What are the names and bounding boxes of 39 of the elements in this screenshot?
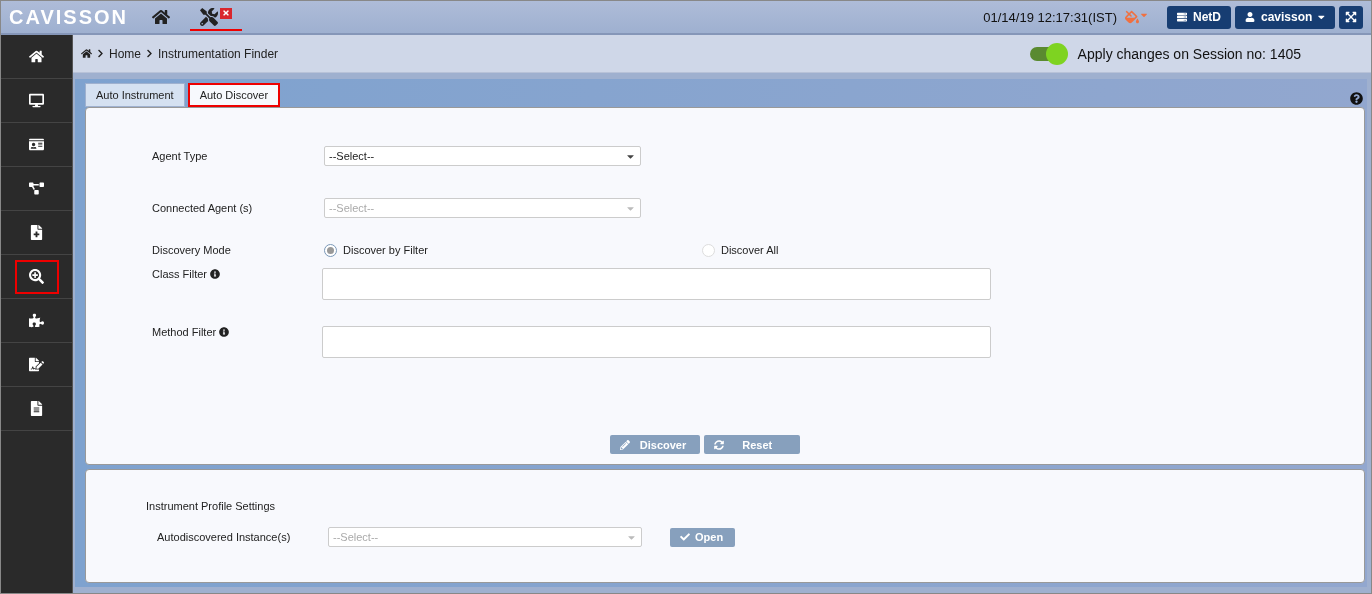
tab[interactable]: Auto Discover bbox=[187, 83, 281, 107]
section-title: Instrument Profile Settings bbox=[145, 500, 276, 512]
toggle-label: Apply changes on Session no: 1405 bbox=[1077, 45, 1301, 62]
field-label: Discovery Mode bbox=[151, 244, 232, 256]
field-label: Connected Agent (s) bbox=[151, 202, 254, 214]
check-icon bbox=[680, 532, 690, 542]
radio-button[interactable] bbox=[324, 243, 337, 257]
logo: CAVISSON bbox=[9, 5, 128, 29]
close-icon[interactable] bbox=[220, 7, 232, 19]
field-label: Autodiscovered Instance(s) bbox=[157, 531, 291, 543]
field-label: Agent Type bbox=[151, 150, 209, 162]
datetime: 01/14/19 12:17:31(IST) bbox=[983, 9, 1117, 25]
input-field[interactable] bbox=[322, 326, 991, 358]
field-label: Class Filter bbox=[152, 268, 207, 280]
radio-label: Discover All bbox=[720, 244, 779, 256]
field-label: Method Filter bbox=[152, 326, 217, 338]
breadcrumb-item: Instrumentation Finder bbox=[158, 46, 279, 61]
home-icon bbox=[152, 7, 170, 26]
chevron-icon bbox=[145, 49, 154, 58]
pencil-icon bbox=[619, 439, 630, 450]
dropdown[interactable]: --Select-- bbox=[324, 146, 641, 166]
info-icon[interactable] bbox=[210, 269, 220, 279]
help-icon[interactable] bbox=[1350, 92, 1363, 105]
expand-icon bbox=[1345, 11, 1357, 23]
chevron-icon bbox=[96, 49, 105, 58]
expand-button[interactable] bbox=[1339, 5, 1363, 29]
tools-icon bbox=[200, 7, 218, 26]
server-icon bbox=[1177, 12, 1187, 22]
user-icon bbox=[1245, 12, 1255, 22]
info-icon[interactable] bbox=[219, 327, 230, 337]
input-field[interactable] bbox=[322, 268, 991, 300]
tab[interactable]: Auto Instrument bbox=[85, 83, 185, 107]
search-icon[interactable] bbox=[14, 259, 59, 294]
home-icon[interactable] bbox=[81, 48, 92, 59]
breadcrumb-item[interactable]: Home bbox=[109, 46, 141, 61]
netd-button[interactable]: NetD bbox=[1167, 5, 1231, 29]
radio-label: Discover by Filter bbox=[343, 244, 428, 256]
refresh-icon bbox=[714, 439, 725, 450]
user-menu-button[interactable]: cavisson bbox=[1235, 5, 1335, 29]
